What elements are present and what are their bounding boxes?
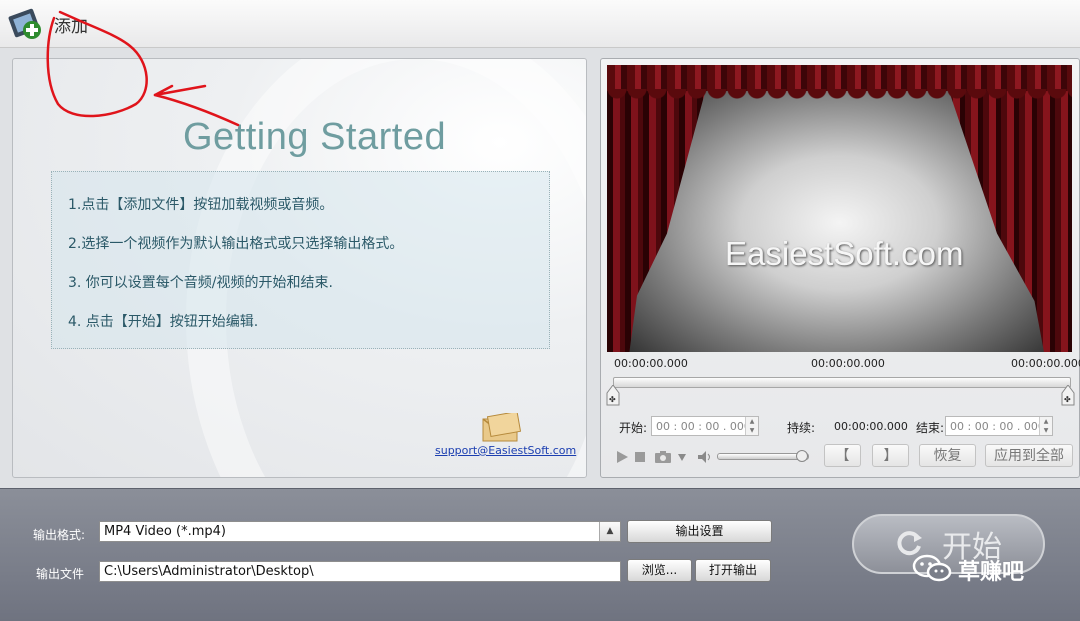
start-time-input[interactable]: 00 : 00 : 00 . 000 ▲ ▼ [651,416,759,436]
wechat-watermark: 草赚吧 [912,553,1024,587]
output-file-label: 输出文件 [36,567,85,581]
open-output-button[interactable]: 打开输出 [695,559,771,582]
output-path-value: C:\Users\Administrator\Desktop\ [104,564,314,579]
output-path-field[interactable]: C:\Users\Administrator\Desktop\ [99,561,621,582]
add-button-label: 添加 [54,16,88,37]
start-time-value: 00 : 00 : 00 . 000 [656,420,751,433]
time-current-readout: 00:00:00.000 [811,357,885,370]
time-end-readout: 00:00:00.000 [1011,357,1080,370]
play-icon[interactable] [615,449,629,468]
end-time-spinner-icon[interactable]: ▲ ▼ [1039,417,1052,435]
snapshot-dropdown-icon[interactable] [677,449,687,468]
format-dropdown-arrow-icon[interactable]: ▲ [599,522,620,541]
curtain-right [947,85,1072,352]
output-settings-button[interactable]: 输出设置 [627,520,772,543]
end-time-value: 00 : 00 : 00 . 000 [950,420,1045,433]
getting-started-title: Getting Started [183,116,447,158]
add-film-icon [8,6,44,42]
output-format-select[interactable]: MP4 Video (*.mp4) ▲ [99,521,621,542]
end-marker-handle[interactable]: ✤ [1060,384,1076,407]
steps-box: 1.点击【添加文件】按钮加载视频或音频。 2.选择一个视频作为默认输出格式或只选… [51,171,550,349]
svg-text:✤: ✤ [1064,395,1071,404]
volume-icon[interactable] [697,449,713,468]
getting-started-panel: Getting Started 1.点击【添加文件】按钮加载视频或音频。 2.选… [12,58,587,478]
step-1: 1.点击【添加文件】按钮加载视频或音频。 [68,197,334,213]
duration-label: 持续: [787,421,816,435]
video-preview: EasiestSoft.com [607,65,1072,352]
start-time-spinner-icon[interactable]: ▲ ▼ [745,417,758,435]
output-format-value: MP4 Video (*.mp4) [104,524,226,539]
support-email-link[interactable]: support@EasiestSoft.com [435,444,576,457]
curtain-valance [607,65,1072,99]
start-marker-handle[interactable]: ✤ [605,384,621,407]
wechat-icon [912,553,952,587]
set-end-bracket-button[interactable]: 】 [872,444,909,467]
step-3: 3. 你可以设置每个音频/视频的开始和结束. [68,275,333,291]
envelope-icon [481,410,522,443]
step-2: 2.选择一个视频作为默认输出格式或只选择输出格式。 [68,236,404,252]
restore-button[interactable]: 恢复 [919,444,976,467]
set-start-bracket-button[interactable]: 【 [824,444,861,467]
add-button[interactable]: 添加 [8,6,88,42]
end-time-input[interactable]: 00 : 00 : 00 . 000 ▲ ▼ [945,416,1053,436]
toolbar: 添加 [0,0,1080,48]
preview-panel: EasiestSoft.com 00:00:00.000 00:00:00.00… [600,58,1080,478]
duration-value: 00:00:00.000 [834,420,908,433]
apply-to-all-button[interactable]: 应用到全部 [985,444,1073,467]
timeline-slider[interactable] [613,377,1071,388]
snapshot-camera-icon[interactable] [654,449,674,468]
browse-button[interactable]: 浏览... [627,559,692,582]
time-start-readout: 00:00:00.000 [614,357,688,370]
end-time-label: 结束: [916,421,945,435]
volume-slider-thumb[interactable] [796,450,808,462]
wechat-watermark-text: 草赚吧 [958,560,1025,585]
output-format-label: 输出格式: [33,528,86,542]
stop-icon[interactable] [633,449,647,468]
svg-text:✤: ✤ [609,395,616,404]
curtain-left [607,85,707,352]
start-time-label: 开始: [619,421,648,435]
step-4: 4. 点击【开始】按钮开始编辑. [68,314,259,330]
video-watermark: EasiestSoft.com [725,235,964,272]
